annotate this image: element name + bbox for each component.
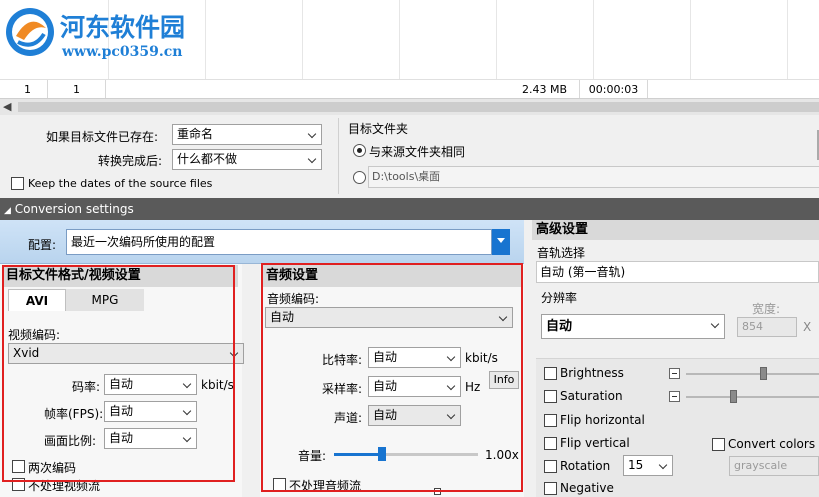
flip-vertical-checkbox[interactable] [544,437,557,450]
scrollbar-thumb[interactable] [18,102,819,112]
keep-dates-checkbox[interactable] [11,177,24,190]
watermark-url: www.pc0359.cn [62,44,183,60]
conversion-settings-title: Conversion settings [14,202,134,216]
resolution-label: 分辨率 [541,291,578,305]
rotation-checkbox[interactable] [544,460,557,473]
watermark-title: 河东软件园 [60,13,186,42]
if-exists-select[interactable]: 重命名 [172,124,322,145]
config-dropdown-button[interactable] [492,229,510,255]
saturation-checkbox[interactable] [544,390,557,403]
keep-dates-label: Keep the dates of the source files [28,177,213,190]
audio-track-label: 音轨选择 [537,246,586,260]
flip-horizontal-label: Flip horizontal [560,413,645,427]
advanced-settings-header: 高级设置 [532,220,819,240]
file-size: 2.43 MB [510,80,580,99]
width-input[interactable]: 854 [737,317,797,337]
after-convert-label: 转换完成后: [98,154,163,168]
color-mode-select[interactable]: grayscale [729,456,819,476]
width-x-label: X [803,320,812,334]
horizontal-scrollbar[interactable]: ◀ [0,98,819,115]
audio-highlight-box [261,263,523,492]
file-duration: 00:00:03 [580,80,648,99]
audio-track-select[interactable]: 自动 (第一音轨) [536,261,819,283]
target-folder-label: 目标文件夹 [348,122,409,136]
brightness-minus-icon[interactable] [669,368,680,379]
brightness-checkbox[interactable] [544,367,557,380]
convert-colors-label: Convert colors to [728,437,819,451]
watermark-logo-icon [6,8,54,56]
file-row-col2: 1 [48,80,106,99]
saturation-slider-thumb[interactable] [730,390,737,403]
section-divider [338,118,339,194]
same-as-source-radio[interactable] [353,144,366,157]
collapse-triangle-icon: ◢ [4,206,11,216]
rotation-select[interactable]: 15 [623,455,673,476]
config-select[interactable]: 最近一次编码所使用的配置 [66,229,492,255]
scroll-left-icon[interactable]: ◀ [3,100,11,113]
file-row[interactable]: 1 1 2.43 MB 00:00:03 [0,79,819,99]
brightness-label: Brightness [560,366,624,380]
negative-label: Negative [560,481,614,495]
after-convert-select[interactable]: 什么都不做 [172,149,322,170]
saturation-slider[interactable] [686,396,819,398]
width-label: 宽度: [752,302,781,316]
negative-checkbox[interactable] [544,482,557,495]
saturation-label: Saturation [560,389,623,403]
brightness-slider-thumb[interactable] [760,367,767,380]
config-label: 配置: [28,238,57,252]
rotation-label: Rotation [560,459,611,473]
flip-vertical-label: Flip vertical [560,436,630,450]
brightness-slider[interactable] [686,373,819,375]
resolution-select[interactable]: 自动 [541,314,725,339]
conversion-settings-header[interactable]: ◢ Conversion settings [0,198,819,220]
convert-colors-checkbox[interactable] [712,438,725,451]
if-exists-label: 如果目标文件已存在: [46,130,159,144]
saturation-minus-icon[interactable] [669,391,680,402]
custom-folder-radio[interactable] [353,171,366,184]
same-as-source-label: 与来源文件夹相同 [369,145,466,159]
custom-folder-input[interactable]: D:\tools\桌面 [368,166,819,188]
flip-horizontal-checkbox[interactable] [544,414,557,427]
file-row-col1: 1 [8,80,48,99]
video-highlight-box [2,265,235,482]
